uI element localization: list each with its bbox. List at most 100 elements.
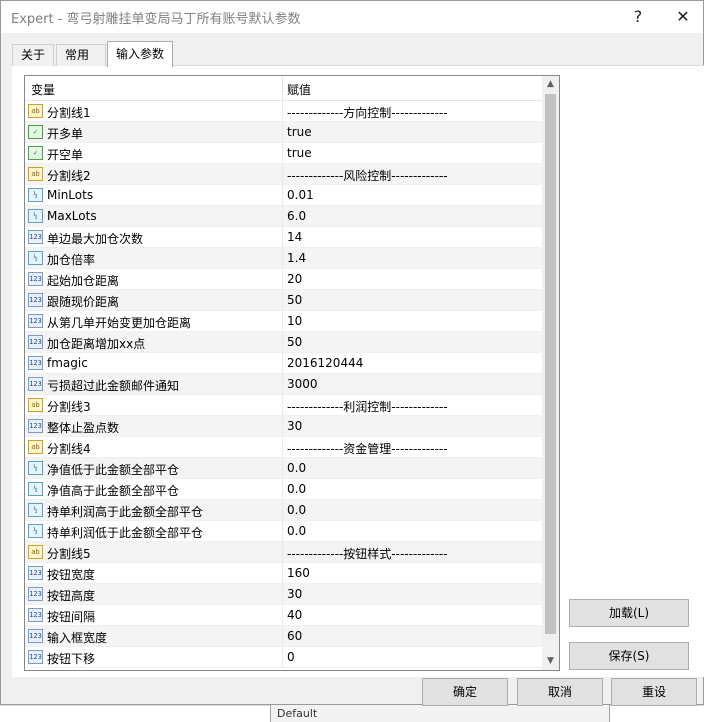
table-row[interactable]: 123 起始加仓距离 20 xyxy=(25,269,542,290)
table-row[interactable]: 123 按钮宽度 160 xyxy=(25,563,542,584)
table-row[interactable]: 123 按钮高度 30 xyxy=(25,584,542,605)
scroll-thumb[interactable] xyxy=(545,94,556,634)
parameter-value[interactable]: 14 xyxy=(287,230,302,244)
int-type-icon: 123 xyxy=(28,293,43,307)
parameter-name: 净值低于此金额全部平仓 xyxy=(47,463,180,477)
parameter-value[interactable]: 60 xyxy=(287,629,302,643)
parameter-value[interactable]: 0.0 xyxy=(287,461,306,475)
table-row[interactable]: 123 亏损超过此金额邮件通知 3000 xyxy=(25,374,542,395)
parameter-value[interactable]: -------------资金管理------------- xyxy=(287,440,448,457)
double-type-icon: ½ xyxy=(28,482,43,496)
parameter-value[interactable]: 0.01 xyxy=(287,188,314,202)
column-header-variable[interactable]: 变量 xyxy=(31,81,55,98)
double-type-icon: ½ xyxy=(28,461,43,475)
parameter-value[interactable]: -------------方向控制------------- xyxy=(287,104,448,121)
parameter-value[interactable]: -------------风险控制------------- xyxy=(287,167,448,184)
table-row[interactable]: ½ MinLots 0.01 xyxy=(25,185,542,206)
vertical-scrollbar[interactable]: ▲ ▼ xyxy=(542,76,559,670)
parameter-value[interactable]: 2016120444 xyxy=(287,356,363,370)
int-type-icon: 123 xyxy=(28,608,43,622)
table-row[interactable]: ✓ 开多单 true xyxy=(25,122,542,143)
background-default-tab[interactable]: Default xyxy=(270,705,610,722)
cancel-button[interactable]: 取消 xyxy=(517,678,603,706)
tab-common[interactable]: 常用 xyxy=(56,44,106,66)
table-row[interactable]: ½ 持单利润低于此金额全部平仓 0.0 xyxy=(25,521,542,542)
cell-divider xyxy=(282,542,283,563)
column-header-value[interactable]: 赋值 xyxy=(287,81,311,98)
parameter-value[interactable]: 40 xyxy=(287,608,302,622)
parameter-value[interactable]: 50 xyxy=(287,293,302,307)
parameter-value[interactable]: 30 xyxy=(287,587,302,601)
tab-inputs[interactable]: 输入参数 xyxy=(107,41,173,67)
cell-divider xyxy=(282,395,283,416)
ok-button[interactable]: 确定 xyxy=(422,678,508,706)
cell-divider xyxy=(282,248,283,269)
parameter-value[interactable]: 1.4 xyxy=(287,251,306,265)
parameter-value[interactable]: -------------利润控制------------- xyxy=(287,398,448,415)
table-row[interactable]: ½ 净值低于此金额全部平仓 0.0 xyxy=(25,458,542,479)
tab-about[interactable]: 关于 xyxy=(12,44,54,66)
double-type-icon: ½ xyxy=(28,503,43,517)
int-type-icon: 123 xyxy=(28,272,43,286)
cell-divider xyxy=(282,290,283,311)
table-row[interactable]: ab 分割线4 -------------资金管理------------- xyxy=(25,437,542,458)
reset-button[interactable]: 重设 xyxy=(611,678,697,706)
column-divider[interactable] xyxy=(282,76,283,101)
parameter-name: 持单利润高于此金额全部平仓 xyxy=(47,505,204,519)
int-type-icon: 123 xyxy=(28,587,43,601)
table-row[interactable]: ab 分割线2 -------------风险控制------------- xyxy=(25,164,542,185)
parameter-value[interactable]: 30 xyxy=(287,419,302,433)
parameter-name: fmagic xyxy=(47,356,88,370)
table-row[interactable]: ½ 净值高于此金额全部平仓 0.0 xyxy=(25,479,542,500)
close-button[interactable]: ✕ xyxy=(671,5,695,29)
int-type-icon: 123 xyxy=(28,419,43,433)
parameter-value[interactable]: 20 xyxy=(287,272,302,286)
double-type-icon: ½ xyxy=(28,188,43,202)
save-button[interactable]: 保存(S) xyxy=(569,642,689,670)
string-type-icon: ab xyxy=(28,545,43,559)
parameter-value[interactable]: 0.0 xyxy=(287,482,306,496)
parameter-value[interactable]: -------------按钮样式------------- xyxy=(287,545,448,562)
table-row[interactable]: 123 跟随现价距离 50 xyxy=(25,290,542,311)
parameter-name: 开多单 xyxy=(47,127,84,141)
table-row[interactable]: 123 按钮间隔 40 xyxy=(25,605,542,626)
table-row[interactable]: 123 从第几单开始变更加仓距离 10 xyxy=(25,311,542,332)
scroll-down-icon[interactable]: ▼ xyxy=(542,653,559,670)
parameter-value[interactable]: 6.0 xyxy=(287,209,306,223)
parameter-value[interactable]: 3000 xyxy=(287,377,318,391)
cell-divider xyxy=(282,584,283,605)
load-button[interactable]: 加载(L) xyxy=(569,599,689,627)
help-button[interactable]: ? xyxy=(626,5,650,29)
parameter-name: 净值高于此金额全部平仓 xyxy=(47,484,180,498)
int-type-icon: 123 xyxy=(28,377,43,391)
int-type-icon: 123 xyxy=(28,356,43,370)
table-row[interactable]: ½ 持单利润高于此金额全部平仓 0.0 xyxy=(25,500,542,521)
table-row[interactable]: 123 加仓距离增加xx点 50 xyxy=(25,332,542,353)
cell-divider xyxy=(282,206,283,227)
table-row[interactable]: 123 按钮下移 0 xyxy=(25,647,542,668)
parameter-value[interactable]: 0.0 xyxy=(287,503,306,517)
parameter-name: 持单利润低于此金额全部平仓 xyxy=(47,526,204,540)
parameter-value[interactable]: 160 xyxy=(287,566,310,580)
parameter-name: 加仓倍率 xyxy=(47,253,96,267)
table-row[interactable]: ½ MaxLots 6.0 xyxy=(25,206,542,227)
title-bar: Expert - 弯弓射雕挂单变局马丁所有账号默认参数 ? ✕ xyxy=(1,1,703,33)
table-row[interactable]: ✓ 开空单 true xyxy=(25,143,542,164)
table-row[interactable]: 123 整体止盈点数 30 xyxy=(25,416,542,437)
cell-divider xyxy=(282,101,283,122)
parameter-value[interactable]: 50 xyxy=(287,335,302,349)
parameter-value[interactable]: 10 xyxy=(287,314,302,328)
table-row[interactable]: ab 分割线5 -------------按钮样式------------- xyxy=(25,542,542,563)
table-row[interactable]: 123 fmagic 2016120444 xyxy=(25,353,542,374)
cell-divider xyxy=(282,479,283,500)
parameter-value[interactable]: true xyxy=(287,125,312,139)
parameter-value[interactable]: true xyxy=(287,146,312,160)
table-row[interactable]: 123 输入框宽度 60 xyxy=(25,626,542,647)
table-row[interactable]: ab 分割线3 -------------利润控制------------- xyxy=(25,395,542,416)
table-row[interactable]: 123 单边最大加仓次数 14 xyxy=(25,227,542,248)
parameter-value[interactable]: 0.0 xyxy=(287,524,306,538)
scroll-up-icon[interactable]: ▲ xyxy=(542,76,559,93)
table-row[interactable]: ab 分割线1 -------------方向控制------------- xyxy=(25,101,542,122)
parameter-value[interactable]: 0 xyxy=(287,650,295,664)
table-row[interactable]: ½ 加仓倍率 1.4 xyxy=(25,248,542,269)
